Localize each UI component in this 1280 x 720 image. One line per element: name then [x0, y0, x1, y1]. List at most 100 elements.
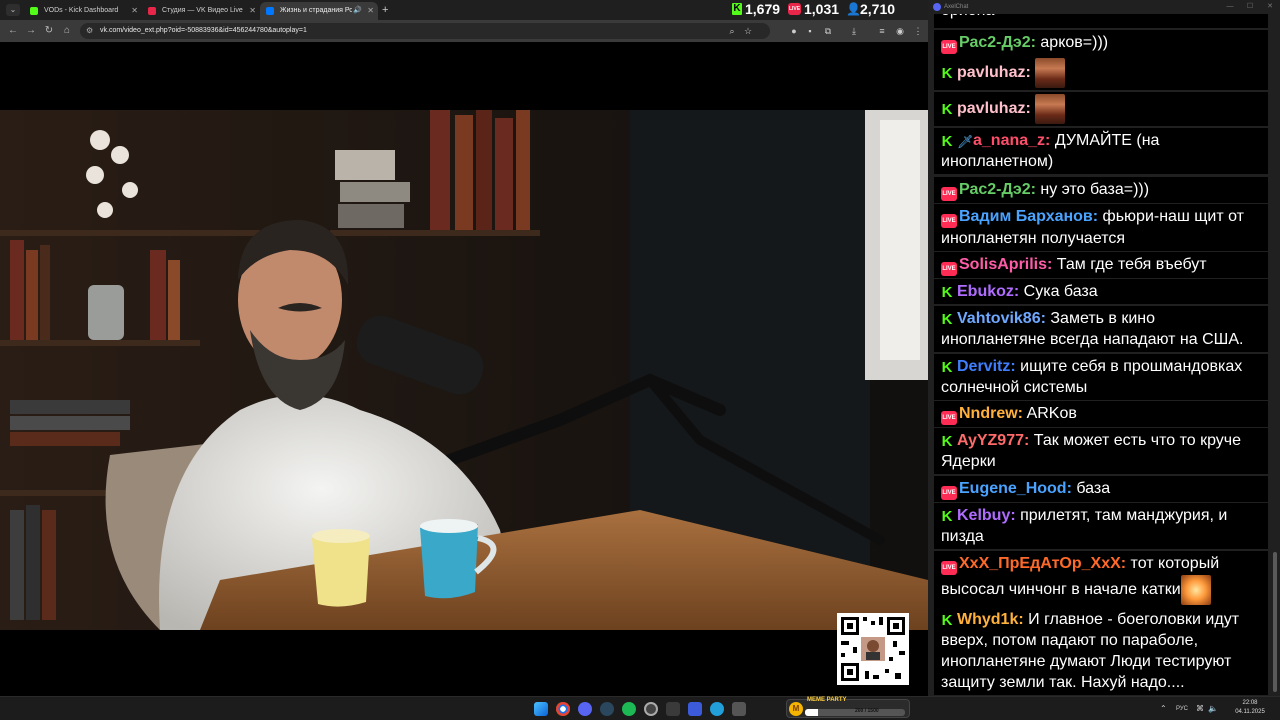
steam-icon[interactable] [600, 702, 614, 716]
message-text: Сука база [1019, 283, 1098, 300]
kick-badge-icon: K [941, 133, 953, 150]
chat-message-list[interactable]: ориона LIVEРас2-Дэ2: арков=))) Kpavluhaz… [934, 0, 1270, 696]
tab-vk-video[interactable]: Жизнь и страдания Рома... 🔊 ✕ [260, 2, 378, 20]
tab-close-icon[interactable]: ✕ [131, 2, 138, 20]
maximize-icon[interactable]: ☐ [1240, 0, 1260, 14]
message-username[interactable]: a_nana_z: [973, 132, 1050, 149]
zoom-icon[interactable]: ⌕ [726, 25, 738, 37]
tab-search-button[interactable]: ⌄ [6, 4, 20, 16]
telegram-icon[interactable] [710, 702, 724, 716]
tab-close-icon[interactable]: ✕ [249, 2, 256, 20]
chat-message: K Vahtovik86: Заметь в кино инопланетяне … [934, 306, 1268, 352]
url-field[interactable]: ⚙ vk.com/video_ext.php?oid=-50883936&id=… [80, 23, 770, 39]
scrollbar-thumb[interactable] [1273, 552, 1277, 692]
widget-progress-text: 200 / 1500 [855, 708, 879, 714]
video-player[interactable] [0, 110, 928, 630]
chat-titlebar: AxelChat — ☐ ✕ [928, 0, 1280, 14]
windows-start-icon[interactable] [534, 702, 548, 716]
discord-icon[interactable] [578, 702, 592, 716]
new-tab-button[interactable]: + [382, 2, 388, 18]
vk-live-logo-icon: LIVE [788, 3, 801, 15]
obs-icon[interactable] [644, 702, 658, 716]
app-icon[interactable] [688, 702, 702, 716]
message-username[interactable]: Kelbuy: [957, 507, 1016, 524]
message-username[interactable]: pavluhaz: [957, 100, 1031, 117]
message-username[interactable]: Рас2-Дэ2: [959, 34, 1036, 51]
app-icon[interactable] [666, 702, 680, 716]
kick-badge-icon: K [941, 284, 953, 301]
minimize-icon[interactable]: — [1220, 0, 1240, 14]
qr-code [837, 613, 909, 685]
bookmark-star-icon[interactable]: ☆ [742, 25, 754, 37]
message-text: ну это база=))) [1035, 181, 1150, 198]
language-indicator[interactable]: РУС [1176, 702, 1188, 716]
spotify-icon[interactable] [622, 702, 636, 716]
message-username[interactable]: Nndrew: [959, 405, 1023, 422]
message-username[interactable]: XxX_ПрЕдАтОр_XxX: [959, 555, 1126, 572]
tab-label: VODs - Kick Dashboard [44, 7, 119, 14]
app-logo-icon [933, 3, 941, 11]
message-username[interactable]: Ebukoz: [957, 283, 1019, 300]
network-icon[interactable]: ⌘ [1196, 702, 1204, 716]
user-icon: 👤 [846, 2, 861, 16]
browser-window: ⌄ VODs - Kick Dashboard ✕ Студия — VK Ви… [0, 0, 928, 696]
menu-kebab-icon[interactable]: ⋮ [912, 25, 924, 37]
chat-message: LIVE Вадим Барханов: фьюри-наш щит от ино… [934, 204, 1268, 251]
media-control-icon[interactable]: ≡ [876, 25, 888, 37]
download-icon[interactable]: ⤓ [848, 25, 860, 37]
message-text: ARKов [1023, 405, 1077, 422]
vk-live-badge-icon: LIVE [941, 561, 957, 575]
kick-badge-icon: K [941, 612, 953, 629]
message-text: арков=))) [1035, 34, 1109, 51]
extension-icon[interactable]: ● [788, 25, 800, 37]
vk-live-badge-icon: LIVE [941, 40, 957, 54]
forward-arrow-icon[interactable]: → [24, 24, 38, 38]
app-title: AxelChat [944, 4, 969, 10]
app-icon[interactable] [732, 702, 746, 716]
widget-progress-fill [805, 709, 819, 716]
tray-chevron-icon[interactable]: ⌃ [1160, 702, 1167, 716]
vk-live-favicon-icon [148, 7, 156, 15]
tab-vk-studio[interactable]: Студия — VK Видео Live ✕ [142, 2, 260, 20]
site-info-icon[interactable]: ⚙ [86, 26, 96, 36]
vk-viewers-count: 1,031 [804, 1, 840, 17]
back-arrow-icon[interactable]: ← [6, 24, 20, 38]
message-username[interactable]: Whyd1k: [957, 611, 1024, 628]
message-username[interactable]: Вадим Барханов: [959, 208, 1098, 225]
tab-label: Студия — VK Видео Live [162, 7, 243, 14]
message-username[interactable]: Vahtovik86: [957, 310, 1046, 327]
tab-label: Жизнь и страдания Рома... [280, 7, 352, 14]
message-username[interactable]: Dervitz: [957, 358, 1016, 375]
tab-close-icon[interactable]: ✕ [367, 2, 374, 20]
chat-message: K Dervitz: ищите себя в прошмандовках сол… [934, 354, 1268, 400]
extensions-puzzle-icon[interactable]: ⧉ [822, 25, 834, 37]
extension-badge-icon[interactable]: ▪ [804, 25, 816, 37]
kick-badge-icon: K [941, 433, 953, 450]
chat-message: K 🗡a_nana_z: ДУМАЙТЕ (на инопланетном) [934, 128, 1268, 174]
message-username[interactable]: Eugene_Hood: [959, 480, 1072, 497]
vk-live-badge-icon: LIVE [941, 214, 957, 228]
message-username[interactable]: SolisAprilis: [959, 256, 1052, 273]
chat-message: LIVE Рас2-Дэ2: ну это база=))) [934, 177, 1268, 203]
audio-playing-icon[interactable]: 🔊 [353, 2, 362, 20]
kick-badge-icon: K [941, 359, 953, 376]
clock-date: 04.11.2025 [1235, 709, 1265, 715]
message-username[interactable]: Рас2-Дэ2: [959, 181, 1036, 198]
tab-strip: ⌄ VODs - Kick Dashboard ✕ Студия — VK Ви… [0, 0, 928, 20]
message-username[interactable]: pavluhaz: [957, 64, 1031, 81]
tab-kick-dashboard[interactable]: VODs - Kick Dashboard ✕ [24, 2, 142, 20]
message-username[interactable]: AyYZ977: [957, 432, 1029, 449]
profile-icon[interactable]: ◉ [894, 25, 906, 37]
chat-message: LIVE Рас2-Дэ2: арков=))) [934, 30, 1268, 56]
kick-viewers-count: 1,679 [745, 1, 781, 17]
chat-scrollbar[interactable] [1272, 0, 1278, 696]
qr-code-image [837, 613, 909, 685]
volume-icon[interactable]: 🔈 [1208, 702, 1218, 716]
total-viewers-count: 2,710 [860, 1, 896, 17]
vk-live-badge-icon: LIVE [941, 262, 957, 276]
reload-icon[interactable]: ↻ [42, 24, 56, 38]
chrome-icon[interactable] [556, 702, 570, 716]
clock[interactable]: 22:08 04.11.2025 [1230, 699, 1270, 717]
home-icon[interactable]: ⌂ [60, 24, 74, 38]
chat-message: LIVE Nndrew: ARKов [934, 401, 1268, 427]
